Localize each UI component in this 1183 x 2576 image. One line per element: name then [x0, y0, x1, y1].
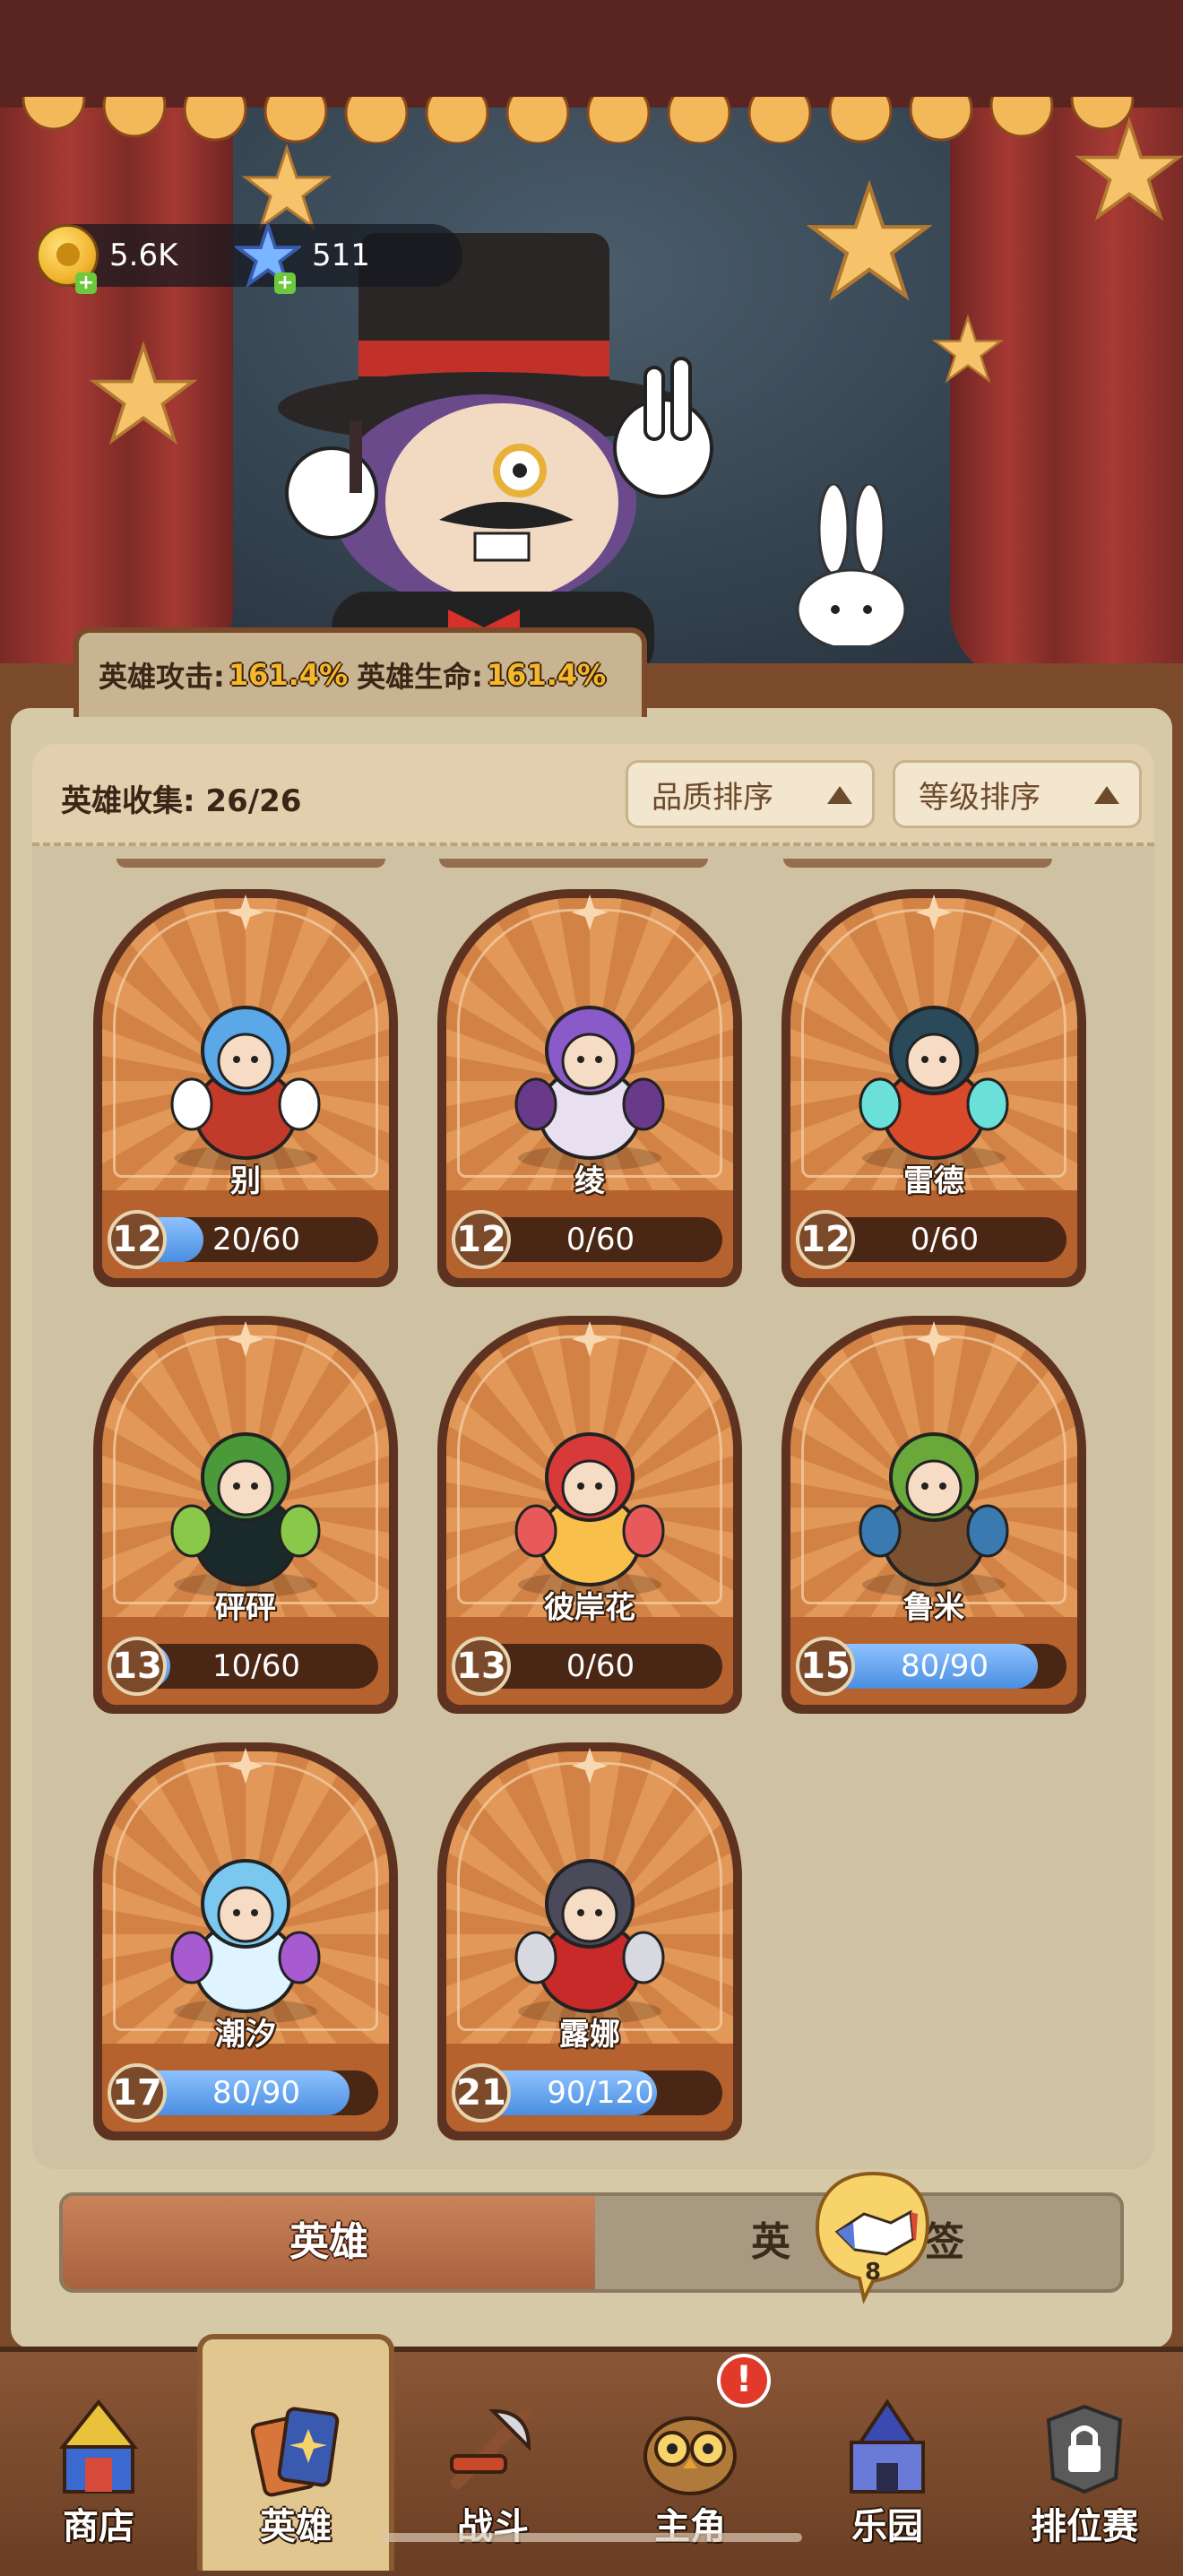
valance-scallops — [0, 72, 1183, 143]
hero-card[interactable]: 砰砰 10/60 13 — [93, 1316, 398, 1714]
gem-counter[interactable]: 511 — [235, 222, 370, 289]
nav-item-label: 排位赛 — [1031, 2506, 1138, 2547]
sparkle-icon — [228, 1748, 263, 1784]
castle-park-icon — [850, 2399, 925, 2494]
hero-level-badge: 12 — [108, 1210, 167, 1269]
hero-portrait — [170, 1006, 321, 1171]
hero-level-badge: 13 — [108, 1637, 167, 1696]
hero-name: 露娜 — [559, 2017, 620, 2053]
hero-name: 鲁米 — [903, 1590, 964, 1626]
nav-item-label: 商店 — [63, 2506, 134, 2547]
hero-buff-tab: 英雄攻击: 161.4% 英雄生命: 161.4% — [73, 627, 647, 717]
hero-cards-icon — [250, 2407, 340, 2497]
level-sort-button[interactable]: 等级排序 — [893, 760, 1142, 828]
locked-ranked-icon — [1046, 2404, 1123, 2494]
hero-portrait — [170, 1859, 321, 2024]
gem-amount: 511 — [312, 238, 370, 273]
scrolled-card-edge — [117, 859, 385, 868]
collection-count: 英雄收集: 26/26 — [61, 783, 302, 819]
hero-portrait — [514, 1006, 665, 1171]
hero-name: 彼岸花 — [544, 1590, 635, 1626]
hero-card[interactable]: 雷德 0/60 12 — [781, 889, 1086, 1287]
hero-card[interactable]: 绫 0/60 12 — [437, 889, 742, 1287]
attack-label: 英雄攻击: — [99, 660, 225, 694]
hero-name: 别 — [230, 1163, 261, 1199]
hero-card[interactable]: 别 20/60 12 — [93, 889, 398, 1287]
sparkle-icon — [916, 895, 952, 930]
hero-name: 潮汐 — [215, 2017, 276, 2053]
nav-item-hero-cards[interactable]: 英雄 — [206, 2384, 385, 2571]
sparkle-icon — [572, 1321, 608, 1357]
hanging-star-icon — [90, 341, 197, 445]
nav-item-locked-ranked[interactable]: 排位赛 — [995, 2384, 1174, 2571]
nav-item-battle-weapons[interactable]: 战斗 — [403, 2384, 583, 2571]
sort-arrow-icon — [1094, 786, 1119, 804]
nav-item-label: 乐园 — [851, 2506, 923, 2547]
owl-hero-icon — [643, 2416, 737, 2495]
hero-card[interactable]: 露娜 90/120 21 — [437, 1742, 742, 2140]
hero-level-badge: 15 — [796, 1637, 855, 1696]
hanging-star-icon — [1075, 117, 1183, 221]
tab-bonds-label-start: 英 — [751, 2219, 790, 2265]
bond-count: 8 — [864, 2259, 882, 2286]
alert-badge-icon: ! — [717, 2354, 771, 2407]
hero-level-badge: 17 — [108, 2063, 167, 2122]
bond-badge[interactable]: 8 — [810, 2169, 936, 2304]
sparkle-icon — [228, 895, 263, 930]
hero-portrait — [170, 1432, 321, 1597]
hero-portrait — [514, 1432, 665, 1597]
sparkle-icon — [916, 1321, 952, 1357]
hero-card[interactable]: 潮汐 80/90 17 — [93, 1742, 398, 2140]
hero-portrait — [859, 1006, 1009, 1171]
bunny-character — [796, 484, 907, 645]
hero-card[interactable]: 彼岸花 0/60 13 — [437, 1316, 742, 1714]
attack-value: 161.4% — [228, 658, 349, 692]
add-coins-icon[interactable]: + — [75, 272, 97, 294]
hero-name: 雷德 — [903, 1163, 964, 1199]
battle-weapons-icon — [450, 2408, 531, 2489]
hp-value: 161.4% — [486, 658, 607, 692]
hero-level-badge: 13 — [452, 1637, 511, 1696]
hero-level-badge: 21 — [452, 2063, 511, 2122]
nav-item-owl-hero[interactable]: 主角 — [600, 2384, 780, 2571]
tab-heroes[interactable]: 英雄 — [63, 2196, 595, 2289]
quality-sort-button[interactable]: 品质排序 — [626, 760, 875, 828]
hero-level-badge: 12 — [796, 1210, 855, 1269]
hanging-star-icon — [932, 314, 1004, 384]
sort-arrow-icon — [827, 786, 852, 804]
sparkle-icon — [572, 895, 608, 930]
hero-portrait — [514, 1859, 665, 2024]
sparkle-icon — [572, 1748, 608, 1784]
stage-banner: 5.6K + 511 + — [0, 0, 1183, 681]
hero-tab-switch: 英雄 英签 — [59, 2192, 1124, 2293]
hero-level-badge: 12 — [452, 1210, 511, 1269]
scrolled-card-edge — [783, 859, 1052, 868]
level-sort-label: 等级排序 — [919, 779, 1041, 816]
add-gems-icon[interactable]: + — [274, 272, 296, 294]
coin-counter[interactable]: 5.6K — [36, 224, 177, 287]
hero-card[interactable]: 鲁米 80/90 15 — [781, 1316, 1086, 1714]
shop-tent-icon — [58, 2399, 139, 2494]
nav-item-label: 英雄 — [260, 2506, 332, 2547]
coin-amount: 5.6K — [109, 238, 178, 273]
hp-label: 英雄生命: — [357, 660, 483, 694]
sparkle-icon — [228, 1321, 263, 1357]
hero-name: 绫 — [574, 1163, 605, 1199]
scrolled-card-edge — [439, 859, 708, 868]
hero-name: 砰砰 — [215, 1590, 276, 1626]
hero-portrait — [859, 1432, 1009, 1597]
nav-item-castle-park[interactable]: 乐园 — [798, 2384, 977, 2571]
nav-item-shop-tent[interactable]: 商店 — [9, 2384, 188, 2571]
home-indicator — [381, 2533, 802, 2542]
quality-sort-label: 品质排序 — [652, 779, 773, 816]
